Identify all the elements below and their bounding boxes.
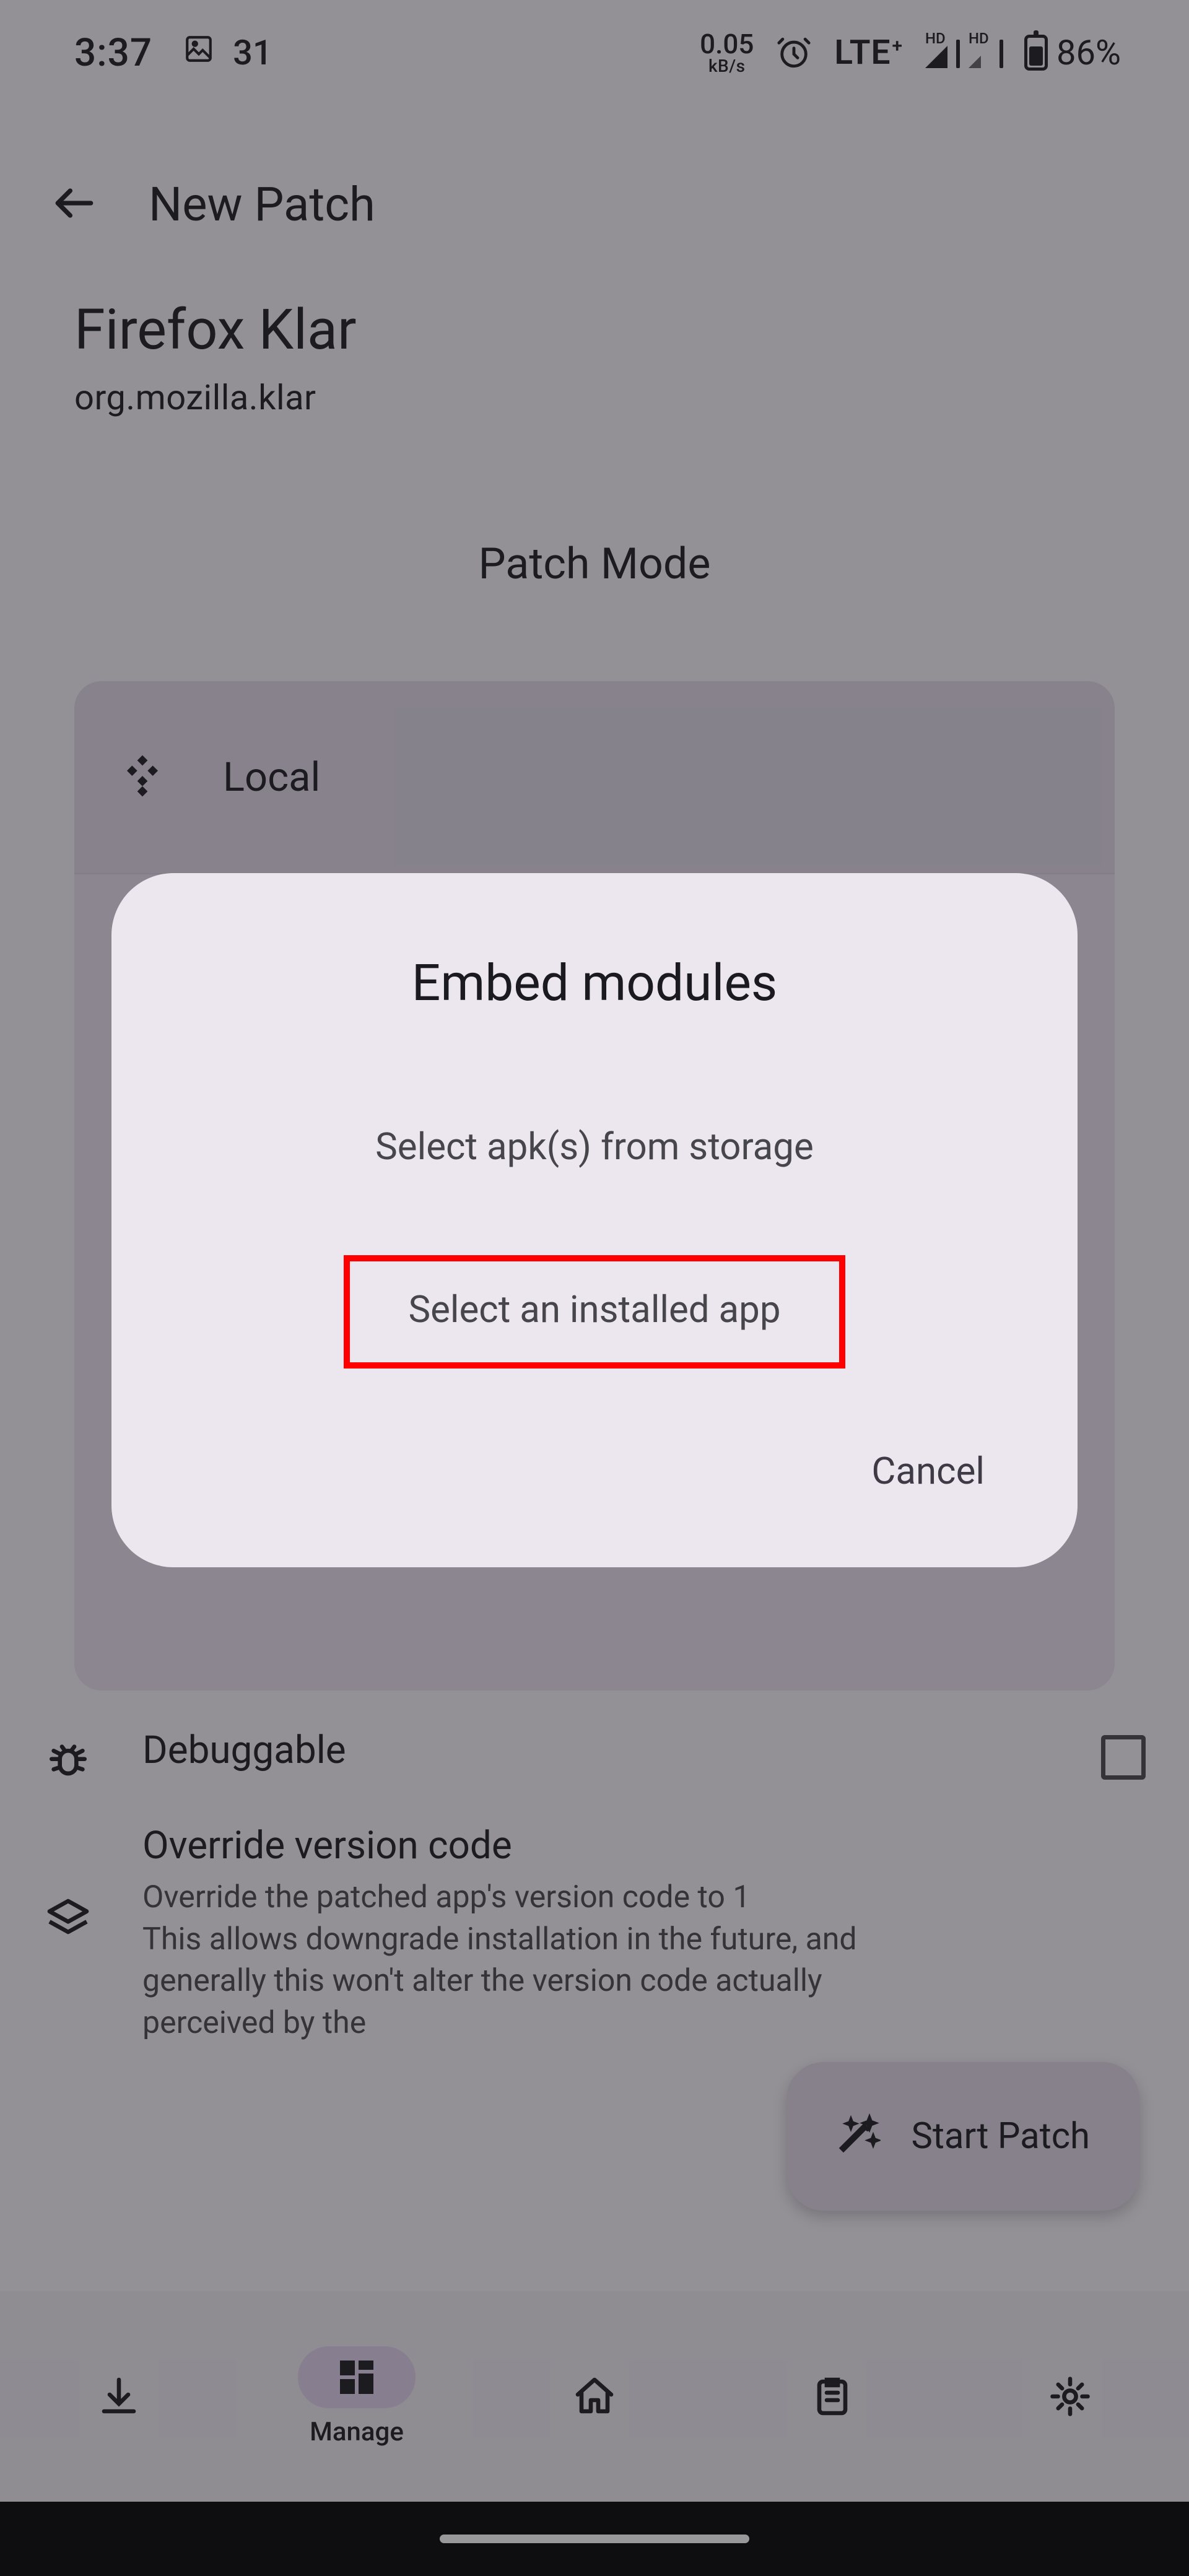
dialog-option-select-installed-app[interactable]: Select an installed app — [344, 1255, 845, 1368]
embed-modules-dialog: Embed modules Select apk(s) from storage… — [111, 873, 1078, 1567]
dialog-title: Embed modules — [111, 954, 1078, 1013]
dialog-option-select-from-storage[interactable]: Select apk(s) from storage — [351, 1112, 838, 1181]
dialog-cancel-button[interactable]: Cancel — [871, 1449, 985, 1493]
